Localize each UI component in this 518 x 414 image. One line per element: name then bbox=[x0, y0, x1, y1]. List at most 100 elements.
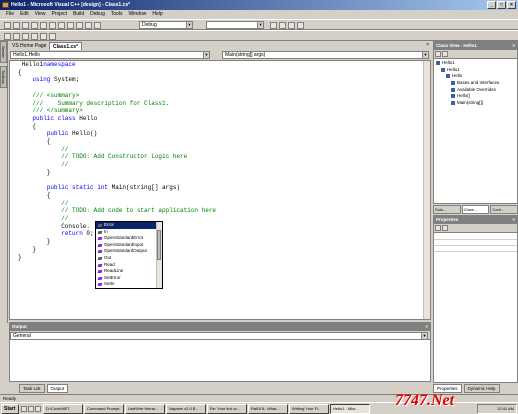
output-pane-dropdown[interactable]: General ▼ bbox=[10, 332, 428, 340]
start-button[interactable]: Start bbox=[1, 403, 19, 414]
copy-icon[interactable] bbox=[58, 22, 65, 29]
uncomment-icon[interactable] bbox=[31, 33, 38, 40]
menu-help[interactable]: Help bbox=[152, 10, 162, 19]
tree-node[interactable]: Hello1 bbox=[436, 60, 515, 67]
menu-project[interactable]: Project bbox=[51, 10, 67, 19]
code-line[interactable]: { bbox=[18, 123, 216, 131]
taskbar-button[interactable]: Command Prompt bbox=[84, 403, 124, 414]
class-dropdown[interactable]: Hello1.Hello ▼ bbox=[10, 51, 210, 59]
intellisense-item[interactable]: ReadLine bbox=[96, 268, 162, 275]
code-line[interactable]: // bbox=[18, 200, 216, 208]
tree-node[interactable]: Hello bbox=[436, 73, 515, 80]
indent-icon[interactable] bbox=[4, 33, 11, 40]
intellisense-item[interactable]: OpenStandardInput bbox=[96, 242, 162, 249]
code-line[interactable]: /// <summary> bbox=[18, 92, 216, 100]
member-dropdown[interactable]: Main(string[] args) ▼ bbox=[222, 51, 429, 59]
code-line[interactable]: using System; bbox=[18, 76, 216, 84]
ie-icon[interactable] bbox=[28, 405, 34, 412]
code-line[interactable]: // bbox=[18, 146, 216, 154]
comment-icon[interactable] bbox=[22, 33, 29, 40]
paste-icon[interactable] bbox=[67, 22, 74, 29]
tab-class1-cs[interactable]: Class1.cs* bbox=[49, 42, 83, 50]
start-debug-icon[interactable] bbox=[94, 22, 101, 29]
code-line[interactable]: /// </summary> bbox=[18, 107, 216, 115]
taskbar-button[interactable]: Writing Your Fi... bbox=[289, 403, 329, 414]
intellisense-item[interactable]: Out bbox=[96, 255, 162, 262]
tree-node[interactable]: Available Overrides bbox=[436, 87, 515, 94]
undo-icon[interactable] bbox=[76, 22, 83, 29]
code-editor[interactable]: Hello1namespace{ using System; /// <summ… bbox=[9, 60, 431, 320]
close-document-icon[interactable]: × bbox=[426, 42, 429, 48]
tab-task-list[interactable]: Task List bbox=[19, 384, 45, 393]
menu-view[interactable]: View bbox=[35, 10, 46, 19]
toolbox-tab[interactable]: Toolbox bbox=[0, 66, 7, 88]
taskbar-button[interactable]: Hello1 - Micr... bbox=[330, 403, 370, 414]
code-line[interactable]: { bbox=[18, 69, 216, 77]
taskbar-button[interactable]: UseWire Hierar... bbox=[125, 403, 165, 414]
close-icon[interactable]: × bbox=[512, 216, 515, 224]
save-all-icon[interactable] bbox=[40, 22, 47, 29]
next-bookmark-icon[interactable] bbox=[49, 33, 56, 40]
menu-build[interactable]: Build bbox=[73, 10, 84, 19]
find-combo[interactable]: ▼ bbox=[206, 21, 264, 29]
alphabetical-icon[interactable] bbox=[442, 225, 448, 231]
taskbar-button[interactable]: Re: Your link w... bbox=[207, 403, 247, 414]
menu-edit[interactable]: Edit bbox=[20, 10, 29, 19]
code-line[interactable] bbox=[18, 84, 216, 92]
taskbar-button[interactable]: Napster v2.0 B... bbox=[166, 403, 206, 414]
new-file-icon[interactable] bbox=[13, 22, 20, 29]
close-icon[interactable]: × bbox=[425, 323, 428, 331]
tab-vs-home-page[interactable]: VS Home Page bbox=[9, 42, 49, 50]
intellisense-item[interactable]: In bbox=[96, 229, 162, 236]
code-line[interactable]: // TODO: Add code to start application h… bbox=[18, 207, 216, 215]
intellisense-item[interactable]: OpenStandardOutput bbox=[96, 248, 162, 255]
tab-class[interactable]: Class... bbox=[461, 205, 490, 214]
menu-window[interactable]: Window bbox=[129, 10, 147, 19]
minimize-button[interactable]: _ bbox=[487, 1, 496, 9]
code-line[interactable]: Hello1namespace bbox=[18, 61, 216, 69]
code-line[interactable]: public Hello() bbox=[18, 130, 216, 138]
code-line[interactable] bbox=[18, 177, 216, 185]
bookmark-icon[interactable] bbox=[40, 33, 47, 40]
properties-grid[interactable] bbox=[434, 234, 517, 254]
redo-icon[interactable] bbox=[85, 22, 92, 29]
code-line[interactable]: public class Hello bbox=[18, 115, 216, 123]
tree-node[interactable]: Hello() bbox=[436, 93, 515, 100]
server-explorer-tab[interactable]: Server Explorer bbox=[0, 41, 7, 63]
close-icon[interactable]: × bbox=[512, 42, 515, 50]
code-line[interactable]: // bbox=[18, 161, 216, 169]
code-line[interactable]: /// Summary description for Class1. bbox=[18, 100, 216, 108]
intellisense-item[interactable]: Error bbox=[96, 222, 162, 229]
tree-node[interactable]: Bases and Interfaces bbox=[436, 80, 515, 87]
maximize-button[interactable]: □ bbox=[497, 1, 506, 9]
tab-dynamic-help[interactable]: Dynamic Help bbox=[463, 384, 500, 393]
cut-icon[interactable] bbox=[49, 22, 56, 29]
intellisense-item[interactable]: OpenStandardError bbox=[96, 235, 162, 242]
editor-scrollbar[interactable] bbox=[423, 61, 430, 319]
tree-node[interactable]: Hello1 bbox=[436, 67, 515, 74]
code-line[interactable]: // TODO: Add Constructor Logic here bbox=[18, 153, 216, 161]
code-line[interactable]: { bbox=[18, 192, 216, 200]
tab-contents[interactable]: Cont... bbox=[490, 205, 518, 214]
config-select[interactable]: Debug ▼ bbox=[139, 21, 193, 29]
close-button[interactable]: × bbox=[507, 1, 516, 9]
tab-output[interactable]: Output bbox=[46, 384, 69, 393]
intellisense-item[interactable]: SetError bbox=[96, 275, 162, 282]
new-folder-icon[interactable] bbox=[442, 51, 448, 57]
intellisense-scrollbar[interactable] bbox=[156, 222, 162, 288]
toolbox-icon[interactable] bbox=[297, 22, 304, 29]
intellisense-item[interactable]: Read bbox=[96, 262, 162, 269]
find-icon[interactable] bbox=[270, 22, 277, 29]
menu-tools[interactable]: Tools bbox=[111, 10, 123, 19]
open-icon[interactable] bbox=[22, 22, 29, 29]
sort-icon[interactable] bbox=[435, 51, 441, 57]
code-line[interactable]: public static int Main(string[] args) bbox=[18, 184, 216, 192]
categorized-icon[interactable] bbox=[435, 225, 441, 231]
outlook-icon[interactable] bbox=[35, 405, 41, 412]
intellisense-item[interactable]: SetIn bbox=[96, 281, 162, 288]
desktop-icon[interactable] bbox=[21, 405, 27, 412]
menu-debug[interactable]: Debug bbox=[90, 10, 105, 19]
intellisense-list[interactable]: Error In OpenStandardError OpenStandardInpu… bbox=[95, 221, 163, 289]
outdent-icon[interactable] bbox=[13, 33, 20, 40]
code-line[interactable]: } bbox=[18, 169, 216, 177]
